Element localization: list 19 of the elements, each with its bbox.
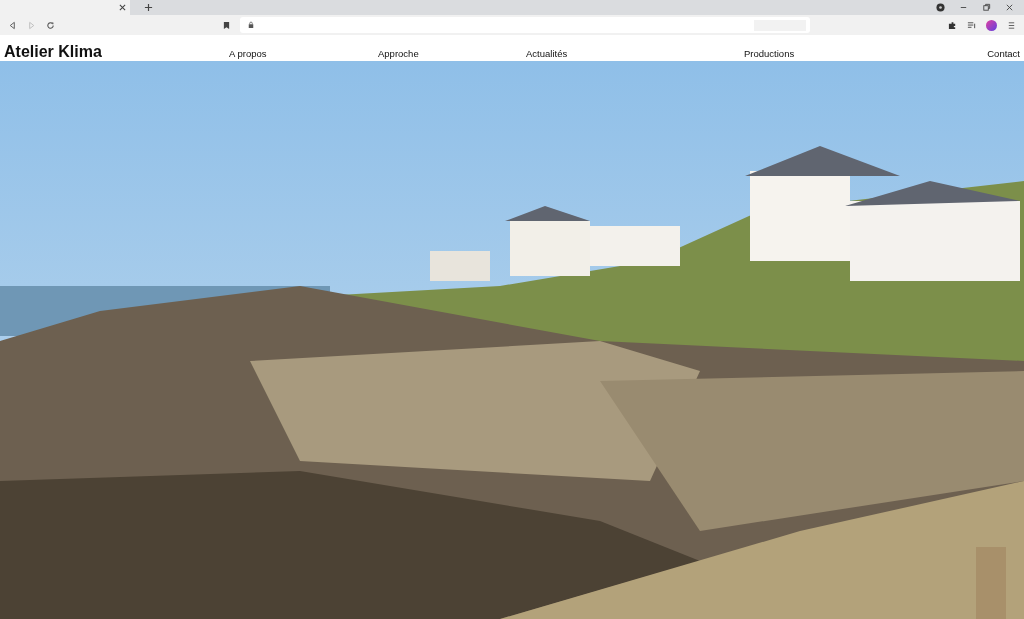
record-icon[interactable] bbox=[936, 3, 945, 12]
new-tab-icon[interactable] bbox=[144, 3, 153, 12]
back-icon[interactable] bbox=[8, 20, 17, 30]
lock-icon bbox=[248, 21, 254, 29]
avatar-icon[interactable] bbox=[986, 19, 997, 31]
site-logo[interactable]: Atelier Klima bbox=[4, 43, 229, 61]
nav-link[interactable]: Actualités bbox=[526, 47, 744, 61]
restore-icon[interactable] bbox=[982, 3, 991, 12]
puzzle-icon[interactable] bbox=[948, 20, 957, 30]
close-icon[interactable] bbox=[119, 4, 126, 11]
reload-icon[interactable] bbox=[46, 20, 55, 30]
nav-link[interactable]: Approche bbox=[378, 47, 526, 61]
close-icon[interactable] bbox=[1005, 3, 1014, 12]
menu-icon[interactable] bbox=[1007, 20, 1016, 30]
nav-link[interactable]: Contact bbox=[987, 47, 1020, 61]
playlist-icon[interactable] bbox=[967, 20, 976, 30]
bookmark-icon[interactable] bbox=[223, 20, 230, 30]
nav-link[interactable]: A propos bbox=[229, 47, 378, 61]
nav-link[interactable]: Productions bbox=[744, 47, 988, 61]
